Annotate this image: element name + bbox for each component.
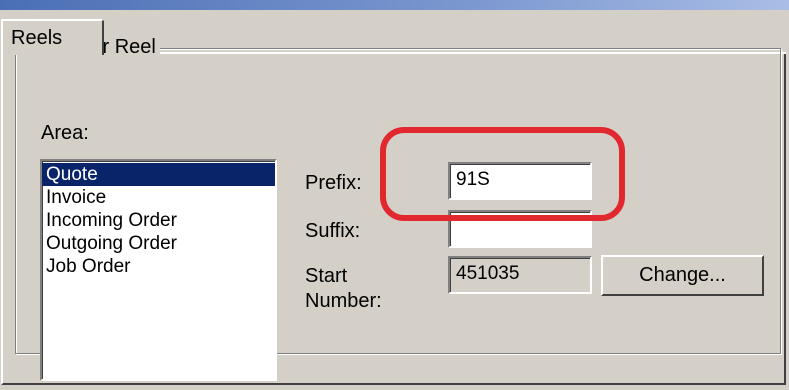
start-number-field: 451035 bbox=[448, 256, 592, 294]
tab-reels-label: Reels bbox=[11, 27, 63, 49]
title-bar bbox=[0, 0, 789, 10]
start-label-line1: Start bbox=[305, 265, 348, 287]
suffix-label: Suffix: bbox=[305, 220, 361, 242]
area-item-outgoing-order[interactable]: Outgoing Order bbox=[42, 232, 275, 255]
area-item-quote[interactable]: Quote bbox=[42, 163, 275, 186]
start-label-line2: Number: bbox=[305, 290, 382, 312]
area-item-incoming-order[interactable]: Incoming Order bbox=[42, 209, 275, 232]
change-button[interactable]: Change... bbox=[601, 255, 764, 296]
area-item-invoice[interactable]: Invoice bbox=[42, 186, 275, 209]
prefix-label: Prefix: bbox=[305, 172, 362, 194]
prefix-input[interactable]: 91S bbox=[448, 162, 592, 200]
tab-reels[interactable]: Reels bbox=[1, 19, 104, 55]
area-item-job-order[interactable]: Job Order bbox=[42, 255, 275, 278]
area-label: Area: bbox=[41, 122, 89, 144]
suffix-input[interactable] bbox=[448, 210, 592, 248]
area-listbox[interactable]: Quote Invoice Incoming Order Outgoing Or… bbox=[40, 159, 277, 381]
